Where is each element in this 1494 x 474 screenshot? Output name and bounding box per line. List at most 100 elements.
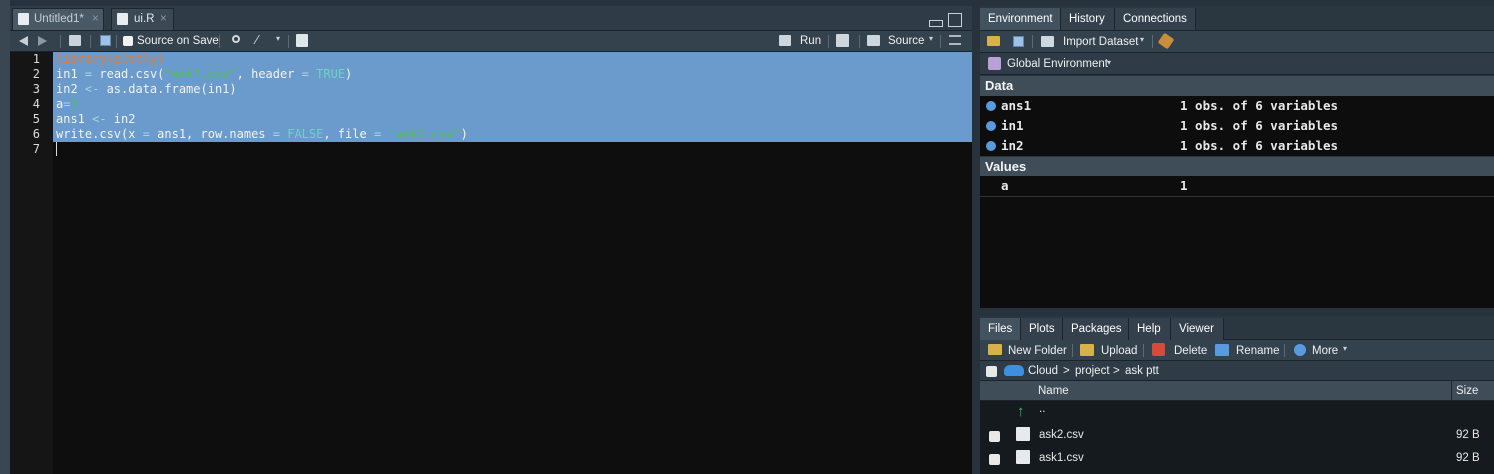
import-dataset-icon[interactable] — [1041, 36, 1054, 47]
file-checkbox[interactable] — [989, 431, 1000, 442]
breadcrumb-project[interactable]: project — [1075, 361, 1110, 381]
file-name[interactable]: ask2.csv — [1039, 424, 1084, 447]
env-data-row[interactable]: ans1 1 obs. of 6 variables — [980, 96, 1494, 117]
chevron-down-icon[interactable]: ▾ — [1107, 58, 1111, 67]
tab-label: Untitled1* — [34, 13, 84, 25]
outline-icon[interactable] — [949, 35, 961, 45]
separator — [288, 35, 289, 48]
editor-tabbar: Untitled1* × ui.R × — [10, 6, 972, 31]
column-divider — [1451, 381, 1452, 401]
expand-icon[interactable] — [986, 121, 996, 131]
maximize-icon[interactable] — [948, 13, 962, 27]
close-icon[interactable]: × — [160, 9, 167, 30]
separator — [828, 35, 829, 48]
more-button[interactable]: More — [1312, 341, 1338, 361]
chevron-down-icon[interactable]: ▾ — [1343, 344, 1347, 353]
chevron-down-icon[interactable]: ▾ — [276, 34, 280, 43]
file-size: 92 B — [1456, 452, 1480, 464]
save-icon[interactable] — [100, 35, 111, 46]
parent-directory-row[interactable]: ↑ .. — [980, 401, 1494, 424]
run-button[interactable]: Run — [800, 31, 821, 51]
separator — [1032, 35, 1033, 48]
file-size: 92 B — [1456, 429, 1480, 441]
source-icon[interactable] — [867, 35, 880, 46]
file-row[interactable]: ask1.csv 92 B — [980, 447, 1494, 474]
file-row[interactable]: ask2.csv 92 B — [980, 424, 1494, 447]
tab-packages[interactable]: Packages — [1063, 318, 1129, 340]
environment-toolbar: Import Dataset ▾ — [980, 31, 1494, 53]
upload-button[interactable]: Upload — [1101, 341, 1137, 361]
tab-viewer[interactable]: Viewer — [1171, 318, 1224, 340]
tab-help[interactable]: Help — [1129, 318, 1171, 340]
object-value: 1 obs. of 6 variables — [1180, 118, 1339, 133]
object-name: ans1 — [1001, 98, 1032, 113]
tab-files[interactable]: Files — [980, 318, 1021, 340]
breadcrumb-cloud[interactable]: Cloud — [1028, 361, 1058, 381]
parent-directory-link[interactable]: .. — [1039, 398, 1045, 421]
separator — [1152, 35, 1153, 48]
object-value: 1 obs. of 6 variables — [1180, 98, 1339, 113]
source-on-save-checkbox[interactable] — [123, 36, 133, 46]
pane-splitter-horizontal[interactable] — [980, 308, 1494, 316]
rename-icon[interactable] — [1215, 344, 1229, 356]
load-workspace-icon[interactable] — [987, 36, 1000, 46]
csv-file-icon — [1016, 450, 1030, 464]
file-name[interactable]: ask1.csv — [1039, 447, 1084, 470]
env-data-row[interactable]: in1 1 obs. of 6 variables — [980, 116, 1494, 137]
save-icon[interactable] — [1013, 36, 1024, 47]
environment-icon — [988, 57, 1001, 70]
gear-icon[interactable] — [1294, 344, 1306, 356]
new-folder-icon[interactable] — [988, 344, 1002, 355]
column-size[interactable]: Size — [1456, 381, 1478, 401]
rerun-icon[interactable] — [836, 34, 849, 47]
back-arrow-icon[interactable] — [19, 36, 28, 46]
import-dataset-button[interactable]: Import Dataset — [1063, 32, 1138, 52]
search-icon[interactable] — [232, 35, 240, 43]
code-line-1: library(plotly) — [56, 52, 165, 66]
scope-bar: Global Environment ▾ — [980, 53, 1494, 75]
chevron-right-icon: > — [1113, 365, 1120, 377]
data-section-header: Data — [980, 76, 1494, 96]
tab-environment[interactable]: Environment — [980, 8, 1061, 30]
env-data-row[interactable]: in2 1 obs. of 6 variables — [980, 136, 1494, 157]
chevron-down-icon[interactable]: ▾ — [929, 34, 933, 43]
tab-plots[interactable]: Plots — [1021, 318, 1063, 340]
expand-icon[interactable] — [986, 141, 996, 151]
code-line-5: ans1 <- in2 — [56, 112, 136, 126]
new-folder-button[interactable]: New Folder — [1008, 341, 1067, 361]
separator — [116, 35, 117, 48]
rename-button[interactable]: Rename — [1236, 341, 1279, 361]
up-arrow-icon[interactable]: ↑ — [1017, 403, 1025, 421]
run-icon[interactable] — [779, 35, 791, 46]
delete-button[interactable]: Delete — [1174, 341, 1207, 361]
source-on-save-label[interactable]: Source on Save — [137, 31, 219, 51]
env-value-row[interactable]: a 1 — [980, 176, 1494, 197]
tab-ui-r[interactable]: ui.R × — [111, 8, 174, 30]
expand-icon[interactable] — [986, 101, 996, 111]
minimize-icon[interactable] — [929, 20, 943, 27]
broom-icon[interactable] — [1157, 32, 1175, 50]
source-button[interactable]: Source — [888, 31, 924, 51]
separator — [1143, 344, 1144, 357]
tab-untitled1[interactable]: Untitled1* × — [12, 8, 104, 30]
chevron-down-icon[interactable]: ▾ — [1140, 35, 1144, 44]
file-checkbox[interactable] — [989, 454, 1000, 465]
select-all-checkbox[interactable] — [986, 366, 997, 377]
tab-history[interactable]: History — [1061, 8, 1115, 30]
tab-connections[interactable]: Connections — [1115, 8, 1196, 30]
upload-icon[interactable] — [1080, 344, 1094, 356]
pane-splitter[interactable] — [972, 0, 980, 474]
editor-toolbar: Source on Save ⁄ ▾ Run Source ▾ — [10, 31, 972, 52]
close-icon[interactable]: × — [92, 9, 99, 30]
separator — [1284, 344, 1285, 357]
breadcrumb-ask-ptt[interactable]: ask ptt — [1125, 361, 1159, 381]
compile-report-icon[interactable] — [296, 34, 308, 47]
forward-arrow-icon[interactable] — [38, 36, 47, 46]
code-line-3: in2 <- as.data.frame(in1) — [56, 82, 237, 96]
code-line-2: in1 = read.csv("ask1.csv", header = TRUE… — [56, 67, 353, 81]
show-in-window-icon[interactable] — [69, 35, 81, 46]
magic-wand-icon[interactable]: ⁄ — [256, 33, 258, 47]
global-environment-selector[interactable]: Global Environment — [1007, 54, 1108, 74]
r-file-icon — [18, 13, 29, 25]
delete-icon[interactable] — [1152, 343, 1165, 356]
